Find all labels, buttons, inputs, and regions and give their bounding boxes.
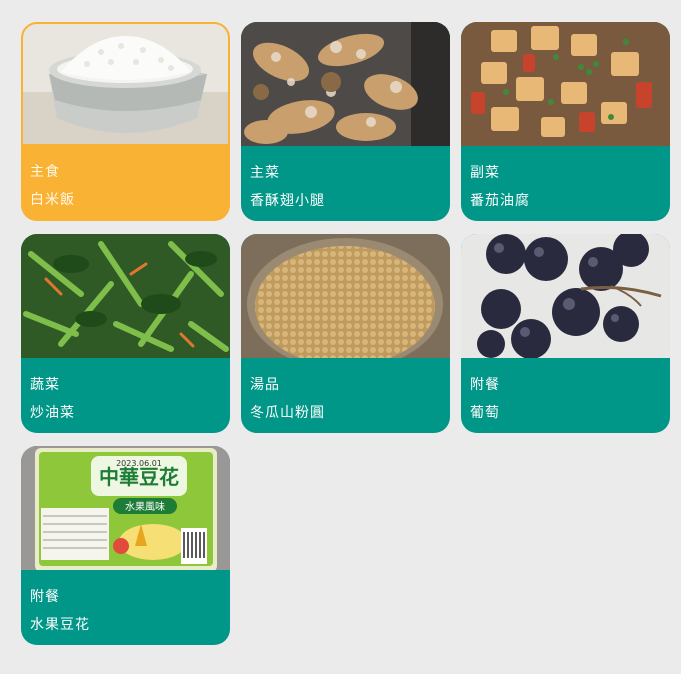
menu-card-category: 附餐 — [470, 377, 500, 393]
menu-card-main[interactable]: 主菜 香酥翅小腿 — [241, 22, 450, 221]
rice-bowl-photo — [21, 22, 230, 144]
menu-grid: 主食 白米飯 主菜 香酥翅小腿 副菜 番茄油腐 蔬菜 炒油菜 湯品 冬瓜山粉圓 … — [21, 22, 670, 645]
package-brand-text: 中華豆花 — [99, 465, 179, 489]
menu-card-dish: 番茄油腐 — [470, 193, 530, 209]
menu-card-dish: 水果豆花 — [30, 617, 90, 633]
menu-card-category: 附餐 — [30, 589, 60, 605]
menu-card-category: 湯品 — [250, 377, 280, 393]
menu-card-staple[interactable]: 主食 白米飯 — [21, 22, 230, 221]
menu-card-dish: 香酥翅小腿 — [250, 193, 325, 209]
menu-card-dessert-douhua[interactable]: 中華豆花 2023.06.01 水果風味 附餐 水果豆花 — [21, 446, 230, 645]
menu-card-dish: 冬瓜山粉圓 — [250, 405, 325, 421]
grapes-photo — [461, 234, 670, 358]
package-flavor-text: 水果風味 — [125, 501, 165, 513]
menu-card-vegetable[interactable]: 蔬菜 炒油菜 — [21, 234, 230, 433]
menu-card-category: 蔬菜 — [30, 377, 60, 393]
menu-card-category: 主菜 — [250, 165, 280, 181]
stir-fried-greens-photo — [21, 234, 230, 358]
menu-card-category: 主食 — [30, 164, 60, 180]
tomato-tofu-photo — [461, 22, 670, 146]
menu-card-dish: 炒油菜 — [30, 405, 75, 421]
menu-card-side[interactable]: 副菜 番茄油腐 — [461, 22, 670, 221]
package-date-text: 2023.06.01 — [116, 459, 162, 468]
winter-melon-tapioca-soup-photo — [241, 234, 450, 358]
menu-card-category: 副菜 — [470, 165, 500, 181]
menu-card-dish: 葡萄 — [470, 405, 500, 421]
menu-card-soup[interactable]: 湯品 冬瓜山粉圓 — [241, 234, 450, 433]
menu-card-dish: 白米飯 — [30, 192, 75, 208]
fried-drumettes-photo — [241, 22, 450, 146]
fruit-douhua-package-photo: 中華豆花 2023.06.01 水果風味 — [21, 446, 230, 570]
menu-card-dessert-grapes[interactable]: 附餐 葡萄 — [461, 234, 670, 433]
